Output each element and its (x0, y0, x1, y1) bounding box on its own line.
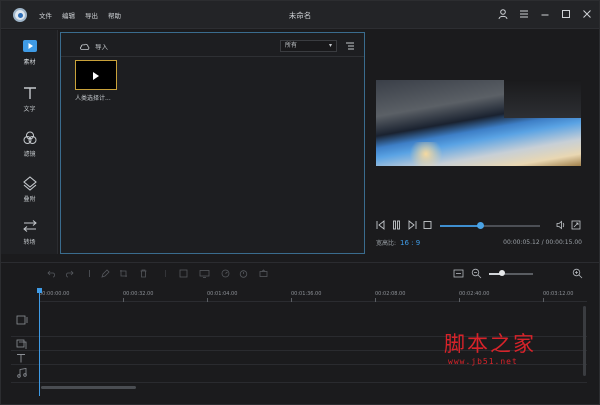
crop-icon[interactable] (119, 269, 128, 278)
zoom-handle[interactable] (499, 270, 506, 276)
timeline-toolbar (1, 262, 599, 284)
nav-label: 文字 (23, 106, 36, 113)
split-icon[interactable] (85, 269, 94, 278)
separator-icon (161, 269, 170, 278)
media-filter-select[interactable]: 所有 ▾ (280, 40, 337, 52)
edit-pencil-icon[interactable] (101, 269, 110, 278)
menu-lines-icon[interactable] (518, 8, 530, 20)
pause-icon[interactable] (392, 220, 401, 230)
close-icon[interactable] (581, 8, 593, 20)
chevron-down-icon: ▾ (328, 42, 332, 49)
video-frame-dark-region (504, 80, 581, 118)
nav-label: 转场 (23, 239, 36, 246)
timeline-horizontal-scrollbar[interactable] (41, 386, 136, 389)
left-nav: 素材 文字 滤镜 叠附 转场 (1, 30, 58, 254)
list-view-icon[interactable] (345, 41, 355, 51)
nav-item-media[interactable]: 素材 (1, 38, 58, 78)
media-toolbar: 导入 所有 ▾ (61, 33, 364, 57)
speed-icon[interactable] (221, 269, 230, 278)
minimize-icon[interactable] (539, 8, 551, 20)
scrubber-fill (440, 225, 480, 227)
redo-icon[interactable] (65, 269, 74, 278)
ruler-tick: 00:00:00.00 (39, 291, 70, 302)
timeline-ruler[interactable]: 00:00:00.00 00:00:32.00 00:01:04.00 00:0… (39, 288, 587, 302)
nav-item-filter[interactable]: 滤镜 (1, 130, 58, 170)
aspect-ratio-label: 宽高比: (376, 240, 397, 247)
nav-label: 滤镜 (23, 151, 36, 158)
stop-icon[interactable] (423, 220, 432, 230)
video-frame-glow (406, 142, 446, 166)
preview-panel: 宽高比: 16 : 9 00:00:05.12 / 00:00:15.00 (367, 30, 599, 254)
zoom-out-icon[interactable] (471, 268, 482, 279)
watermark-url: www.jb51.net (448, 357, 518, 366)
next-frame-icon[interactable] (408, 220, 417, 230)
nav-item-transition[interactable]: 转场 (1, 218, 58, 258)
overlay-track-icon (16, 339, 28, 349)
aspect-ratio[interactable]: 宽高比: 16 : 9 (376, 238, 420, 247)
scrubber-handle[interactable] (477, 222, 484, 229)
media-item-name: 人类选择计... (75, 95, 111, 102)
nav-item-text[interactable]: 文字 (1, 85, 58, 125)
zoom-in-icon[interactable] (572, 268, 583, 279)
maximize-icon[interactable] (560, 8, 572, 20)
record-icon[interactable] (259, 269, 268, 278)
import-button[interactable]: 导入 (79, 41, 108, 51)
import-label: 导入 (95, 43, 108, 51)
transition-arrows-icon (22, 218, 38, 234)
overlay-layers-icon (22, 175, 38, 191)
window-controls (497, 8, 593, 20)
text-t-icon (22, 85, 38, 101)
watermark-logo-text: 脚本之家 (444, 332, 536, 356)
timer-icon[interactable] (239, 269, 248, 278)
timeline-vertical-scrollbar[interactable] (583, 306, 586, 376)
ruler-tick: 00:02:08.00 (375, 291, 406, 302)
app-window: 文件 编辑 导出 帮助 未命名 素材 文字 滤镜 叠附 转场 导入 所有 ▾ 人… (0, 0, 600, 405)
filter-circles-icon (22, 130, 38, 146)
nav-item-overlay[interactable]: 叠附 (1, 175, 58, 215)
ruler-tick: 00:01:36.00 (291, 291, 322, 302)
playback-scrubber[interactable] (440, 222, 540, 229)
volume-icon[interactable] (556, 220, 565, 230)
playback-time: 00:00:05.12 / 00:00:15.00 (503, 239, 582, 246)
title-bar: 文件 编辑 导出 帮助 未命名 (1, 1, 599, 29)
video-preview (376, 80, 581, 166)
filter-value: 所有 (285, 42, 298, 49)
play-icon (93, 72, 99, 80)
ruler-tick: 00:03:12.00 (543, 291, 574, 302)
play-tile-icon (22, 38, 38, 54)
media-library-panel: 导入 所有 ▾ 人类选择计... (60, 32, 365, 254)
screen-icon[interactable] (199, 269, 210, 278)
text-track-icon (16, 353, 28, 363)
playback-controls (376, 219, 581, 233)
timeline-playhead[interactable] (37, 288, 42, 396)
music-track-icon (16, 368, 28, 378)
ruler-tick: 00:00:32.00 (123, 291, 154, 302)
media-thumbnail[interactable] (75, 60, 117, 90)
nav-label: 素材 (23, 59, 36, 66)
delete-icon[interactable] (139, 269, 148, 278)
fullscreen-icon[interactable] (571, 220, 581, 230)
video-track-icon (16, 315, 28, 325)
mosaic-icon[interactable] (179, 269, 188, 278)
cloud-upload-icon (79, 42, 90, 50)
ruler-tick: 00:01:04.00 (207, 291, 238, 302)
prev-frame-icon[interactable] (376, 220, 385, 230)
zoom-slider[interactable] (489, 270, 533, 276)
music-track[interactable] (11, 365, 587, 383)
nav-label: 叠附 (23, 196, 36, 203)
fit-timeline-icon[interactable] (453, 268, 464, 279)
undo-icon[interactable] (47, 269, 56, 278)
ruler-tick: 00:02:40.00 (459, 291, 490, 302)
aspect-ratio-value: 16 : 9 (400, 239, 421, 247)
user-icon[interactable] (497, 8, 509, 20)
